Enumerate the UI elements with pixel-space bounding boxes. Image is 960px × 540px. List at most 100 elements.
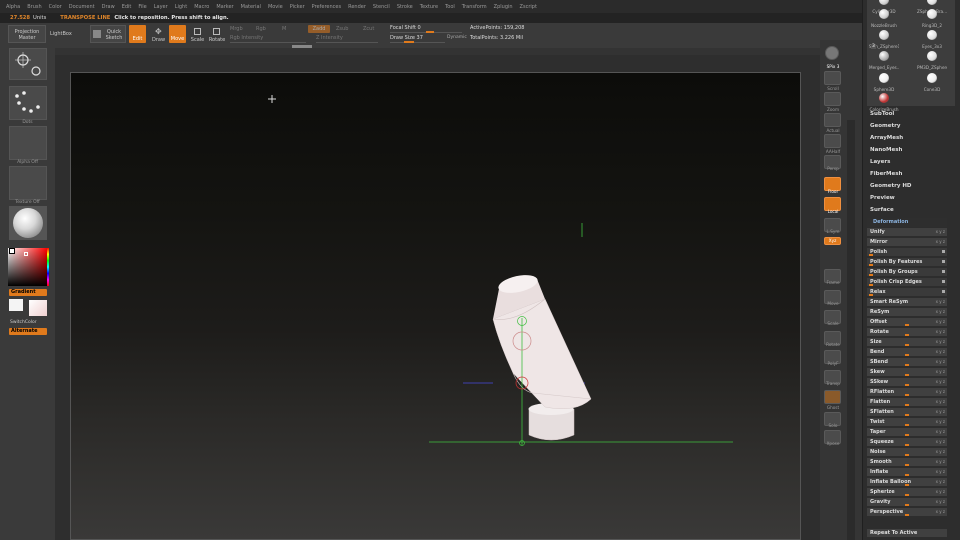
deformation-noise[interactable]: Noise x y z — [867, 447, 947, 456]
deformation-header[interactable]: Deformation — [867, 218, 947, 227]
deformation-spherize[interactable]: Spherize x y z — [867, 487, 947, 496]
zsub-button[interactable]: Zsub — [336, 26, 348, 32]
deformation-slider-knob[interactable] — [905, 474, 909, 476]
brush-selector[interactable] — [9, 48, 47, 80]
deformation-sflatten[interactable]: SFlatten x y z — [867, 407, 947, 416]
deformation-size[interactable]: Size x y z — [867, 337, 947, 346]
toolbar-scroll-handle[interactable] — [292, 45, 312, 48]
deformation-slider-knob[interactable] — [905, 354, 909, 356]
deformation-smart-resym[interactable]: Smart ReSym x y z — [867, 297, 947, 306]
move-button[interactable]: Move — [169, 25, 186, 43]
deformation-perspective[interactable]: Perspective x y z — [867, 507, 947, 516]
deformation-inflate-balloon[interactable]: Inflate Balloon x y z — [867, 477, 947, 486]
deformation-axis-icons[interactable]: x y z — [936, 359, 945, 364]
material-selector[interactable] — [9, 206, 47, 240]
deformation-option-icon[interactable] — [942, 260, 945, 263]
menu-light[interactable]: Light — [175, 4, 187, 10]
deformation-slider-knob[interactable] — [905, 504, 909, 506]
gradient-swatch[interactable] — [29, 300, 47, 316]
rotate-button[interactable]: Rotate — [208, 25, 226, 43]
tool-menu-surface[interactable]: Surface — [870, 207, 894, 213]
repeat-to-active-button[interactable]: Repeat To Active — [867, 528, 947, 537]
deformation-axis-icons[interactable]: x y z — [936, 479, 945, 484]
tool-item[interactable]: NozzleBrush — [869, 6, 899, 28]
deformation-axis-icons[interactable]: x y z — [936, 499, 945, 504]
deformation-axis-icons[interactable]: x y z — [936, 339, 945, 344]
deformation-axis-icons[interactable]: x y z — [936, 419, 945, 424]
draw-size-slider[interactable] — [390, 41, 445, 43]
deformation-slider-knob[interactable] — [905, 334, 909, 336]
deformation-skew[interactable]: Skew x y z — [867, 367, 947, 376]
deformation-axis-icons[interactable]: x y z — [936, 509, 945, 514]
deformation-slider-knob[interactable] — [869, 264, 873, 266]
deformation-inflate[interactable]: Inflate x y z — [867, 467, 947, 476]
zoom-button[interactable] — [824, 92, 841, 106]
tool-item[interactable]: Sphere3D — [869, 70, 899, 92]
unify-axis-icons[interactable]: x y z — [936, 229, 945, 234]
menu-preferences[interactable]: Preferences — [312, 4, 341, 10]
deformation-axis-icons[interactable]: x y z — [936, 309, 945, 314]
deformation-bend[interactable]: Bend x y z — [867, 347, 947, 356]
deformation-resym[interactable]: ReSym x y z — [867, 307, 947, 316]
deformation-axis-icons[interactable]: x y z — [936, 409, 945, 414]
focal-shift-slider[interactable] — [390, 31, 462, 33]
deformation-slider-knob[interactable] — [905, 404, 909, 406]
deformation-axis-icons[interactable]: x y z — [936, 469, 945, 474]
deformation-gravity[interactable]: Gravity x y z — [867, 497, 947, 506]
texture-selector[interactable] — [9, 166, 47, 200]
menu-alpha[interactable]: Alpha — [6, 4, 20, 10]
deformation-axis-icons[interactable]: x y z — [936, 299, 945, 304]
deformation-polish-by-features[interactable]: Polish By Features — [867, 257, 947, 266]
deformation-slider-knob[interactable] — [905, 344, 909, 346]
menu-stroke[interactable]: Stroke — [397, 4, 413, 10]
ghost-button[interactable] — [824, 390, 841, 404]
spix-dial-icon[interactable] — [825, 46, 839, 60]
menu-layer[interactable]: Layer — [154, 4, 168, 10]
viewport-scene[interactable] — [71, 73, 801, 540]
deformation-slider-knob[interactable] — [869, 284, 873, 286]
deformation-axis-icons[interactable]: x y z — [936, 329, 945, 334]
menu-material[interactable]: Material — [241, 4, 261, 10]
deformation-slider-knob[interactable] — [905, 434, 909, 436]
edit-button[interactable]: Edit — [129, 25, 146, 43]
deformation-axis-icons[interactable]: x y z — [936, 379, 945, 384]
deformation-axis-icons[interactable]: x y z — [936, 489, 945, 494]
vertical-scrollbar[interactable] — [847, 120, 855, 540]
projection-master-button[interactable]: Projection Master — [8, 25, 46, 43]
menu-document[interactable]: Document — [69, 4, 95, 10]
deformation-polish-crisp-edges[interactable]: Polish Crisp Edges — [867, 277, 947, 286]
switch-color-swatches[interactable] — [9, 299, 47, 317]
deformation-polish[interactable]: Polish — [867, 247, 947, 256]
deformation-axis-icons[interactable]: x y z — [936, 459, 945, 464]
deformation-flatten[interactable]: Flatten x y z — [867, 397, 947, 406]
deformation-axis-icons[interactable]: x y z — [936, 389, 945, 394]
rgb-intensity-slider[interactable] — [230, 42, 306, 43]
tool-menu-preview[interactable]: Preview — [870, 195, 895, 201]
tool-item[interactable]: Cone3D — [917, 70, 947, 92]
quick-sketch-button[interactable]: Quick Sketch — [90, 25, 126, 43]
actual-button[interactable] — [824, 113, 841, 127]
deformation-slider-knob[interactable] — [905, 424, 909, 426]
deformation-relax[interactable]: Relax — [867, 287, 947, 296]
deformation-slider-knob[interactable] — [905, 514, 909, 516]
deformation-sskew[interactable]: SSkew x y z — [867, 377, 947, 386]
tool-item[interactable]: Eyes_3x3 — [917, 27, 947, 49]
menu-zscript[interactable]: Zscript — [520, 4, 537, 10]
deformation-slider-knob[interactable] — [905, 454, 909, 456]
deformation-slider-knob[interactable] — [905, 414, 909, 416]
deformation-polish-by-groups[interactable]: Polish By Groups — [867, 267, 947, 276]
deformation-axis-icons[interactable]: x y z — [936, 449, 945, 454]
deformation-slider-knob[interactable] — [905, 394, 909, 396]
menu-edit[interactable]: Edit — [122, 4, 132, 10]
tool-menu-nanomesh[interactable]: NanoMesh — [870, 147, 902, 153]
tool-item[interactable]: Ring3D_2 — [917, 6, 947, 28]
tool-menu-fibermesh[interactable]: FiberMesh — [870, 171, 902, 177]
tool-item[interactable]: ColorizeBrush — [869, 90, 899, 112]
deformation-slider-knob[interactable] — [905, 364, 909, 366]
rgb-button[interactable]: Rgb — [256, 26, 266, 32]
deformation-option-icon[interactable] — [942, 290, 945, 293]
scale-button[interactable]: Scale — [189, 25, 206, 43]
tool-menu-geometry[interactable]: Geometry — [870, 123, 900, 129]
menu-movie[interactable]: Movie — [268, 4, 283, 10]
deformation-rotate[interactable]: Rotate x y z — [867, 327, 947, 336]
